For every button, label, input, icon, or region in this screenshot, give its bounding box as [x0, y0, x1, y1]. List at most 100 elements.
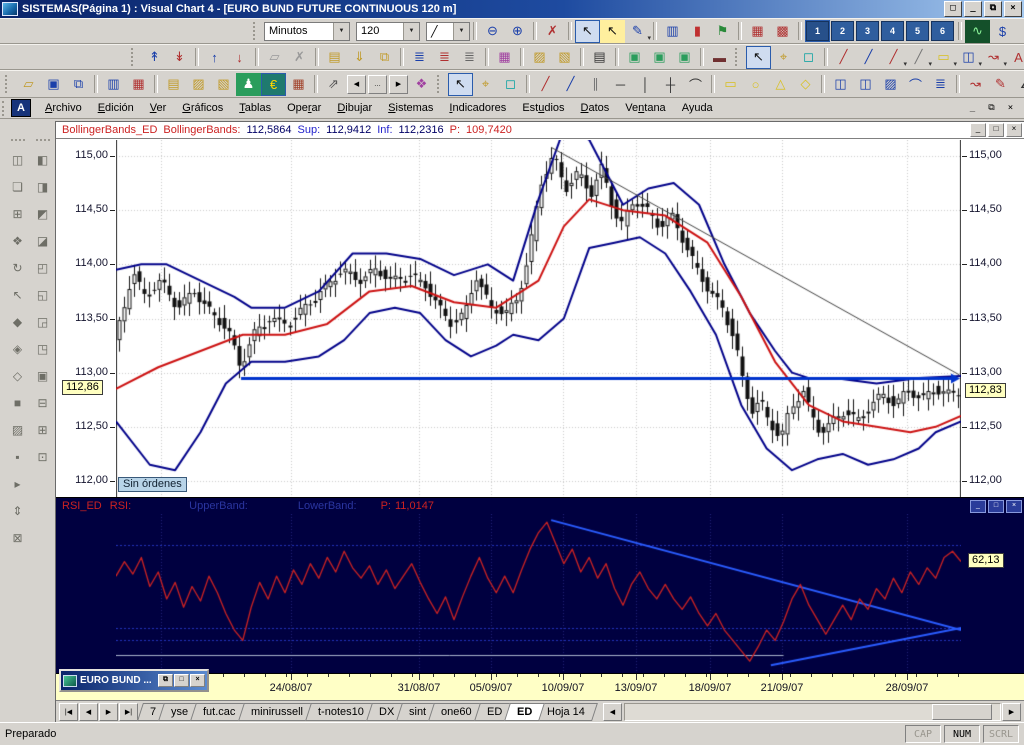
toolbar-grip[interactable] [10, 139, 25, 141]
pane-close-button[interactable]: × [1006, 123, 1022, 137]
chevron-down-icon[interactable]: ▼ [333, 22, 349, 40]
mini-close-button[interactable]: × [190, 674, 205, 687]
toolbar-grip[interactable] [735, 48, 741, 66]
compression-select[interactable]: 120 ▼ [356, 21, 420, 41]
pane-minimize-button[interactable]: _ [970, 500, 986, 513]
toolbar-grip[interactable] [5, 75, 11, 93]
open-workspace-icon[interactable]: ▣ [622, 46, 647, 69]
pane-close-button[interactable]: × [1006, 500, 1022, 513]
import-study-icon[interactable]: ⇓ [347, 46, 372, 69]
pane-maximize-button[interactable]: □ [988, 123, 1004, 137]
zoom-out-icon[interactable]: ⊖ [480, 20, 505, 43]
h-scrollbar-track[interactable] [623, 702, 1001, 721]
menu-tablas[interactable]: Tablas [231, 100, 279, 116]
vertical-line-icon[interactable]: │ [633, 73, 658, 96]
chevron-down-icon[interactable]: ▼ [453, 22, 469, 40]
triangle-shape-icon[interactable]: △ [768, 73, 793, 96]
measure-icon[interactable]: ⌖ [771, 46, 796, 69]
text-tool-icon[interactable]: A▾ [1006, 46, 1024, 69]
mini-maximize-button[interactable]: □ [174, 674, 189, 687]
layers-icon[interactable]: ❏ [7, 176, 29, 197]
accounts-icon[interactable]: ♟ [236, 72, 261, 96]
measure-pin-icon[interactable]: ⌖ [473, 73, 498, 96]
scrollbar-right-button[interactable]: ▶ [1002, 702, 1021, 721]
objects-icon[interactable]: ❖ [7, 230, 29, 251]
color-map-icon[interactable]: ▦ [492, 46, 517, 69]
pointer-info-icon[interactable]: ↖ [600, 19, 625, 43]
favorites-folder-icon[interactable]: ▨ [527, 46, 552, 69]
menu-ayuda[interactable]: Ayuda [674, 100, 721, 116]
volume-style-icon[interactable]: ▦ [745, 20, 770, 43]
layout-window-5-icon[interactable]: 5 [906, 21, 929, 41]
delete-icon[interactable]: ⊠ [7, 527, 29, 548]
modify-disabled-icon[interactable]: ▱ [262, 46, 287, 69]
layout-window-6-icon[interactable]: 6 [931, 21, 954, 41]
erase-tick-icon[interactable]: ✗ [540, 20, 565, 43]
next-sheet-button[interactable]: ▶ [99, 702, 118, 721]
zoom-region-icon[interactable]: ◻ [796, 46, 821, 69]
buy-signal-icon[interactable]: ↟ [142, 46, 167, 69]
align-top-icon[interactable]: ◩ [32, 203, 54, 224]
save-workspace-icon[interactable]: ▣ [647, 46, 672, 69]
align-bottom-icon[interactable]: ◪ [32, 230, 54, 251]
console-icon[interactable]: ▸ [7, 473, 29, 494]
restore-button[interactable]: ⧉ [984, 1, 1002, 17]
layout-window-2-icon[interactable]: 2 [831, 21, 854, 41]
buy-order-icon[interactable]: ↑ [202, 46, 227, 69]
save-icon[interactable]: ▣ [41, 73, 66, 96]
arrow-tool-icon[interactable]: ↝ ▾ [981, 46, 1007, 69]
save-all-icon[interactable]: ⧉ [66, 73, 91, 96]
grid-icon[interactable]: ⊞ [7, 203, 29, 224]
draw-pen-icon[interactable]: ✎ ▾ [625, 20, 651, 43]
zoom-in-icon[interactable]: ⊕ [505, 20, 530, 43]
three-panel-icon[interactable]: ◫ [853, 73, 878, 96]
line-blue-icon[interactable]: ╱ [558, 73, 583, 96]
period-type-select[interactable]: Minutos ▼ [264, 21, 350, 41]
last-sheet-button[interactable]: ▶| [119, 702, 138, 721]
main-chart-canvas[interactable] [116, 140, 961, 497]
center-h-icon[interactable]: ◰ [32, 257, 54, 278]
toolbar-grip[interactable] [131, 48, 137, 66]
menu-datos[interactable]: Datos [573, 100, 618, 116]
prev-sheet-button[interactable]: ◀ [79, 702, 98, 721]
flags-style-icon[interactable]: ⚑ [710, 20, 735, 43]
align-left-icon[interactable]: ◧ [32, 149, 54, 170]
rotate-icon[interactable]: ↻ [7, 257, 29, 278]
open-file-icon[interactable]: ▱ [16, 73, 41, 96]
layout-window-1-icon[interactable]: 1 [806, 21, 829, 41]
pencil-annotation-icon[interactable]: ✎ [988, 73, 1013, 96]
segment-line-icon[interactable]: ╱ [856, 46, 881, 69]
image-folder-icon[interactable]: ▧ [211, 73, 236, 96]
new-study-icon[interactable]: ▤ [322, 46, 347, 69]
layout-window-4-icon[interactable]: 4 [881, 21, 904, 41]
fibonacci-icon[interactable]: ▨ [878, 73, 903, 96]
chevron-down-icon[interactable]: ▼ [403, 22, 419, 40]
sheet-tab-t-notes10[interactable]: t-notes10 [304, 702, 377, 721]
copy-study-icon[interactable]: ⧉ [372, 46, 397, 69]
horizontal-line-icon[interactable]: ─ [608, 73, 633, 96]
send-order-icon[interactable]: ⇗ [321, 73, 346, 96]
link-windows-icon[interactable]: ▬ [707, 46, 732, 69]
line-style-select[interactable]: ╱ ▼ [426, 21, 470, 41]
trend-line-icon[interactable]: ╱ [831, 46, 856, 69]
next-page-button[interactable]: ▶ [389, 74, 408, 94]
sell-order-icon[interactable]: ↓ [227, 46, 252, 69]
minimized-chart-window[interactable]: EURO BUND ... ⧉ □ × [59, 669, 209, 692]
first-sheet-button[interactable]: |◀ [59, 702, 78, 721]
insert-chart-icon[interactable]: ▦ [126, 73, 151, 96]
manage-workspace-icon[interactable]: ▣ [672, 46, 697, 69]
center-v-icon[interactable]: ◱ [32, 284, 54, 305]
fullscreen-button[interactable]: □ [944, 1, 962, 17]
ellipse-shape-icon[interactable]: ○ [743, 73, 768, 96]
parallel-lines-icon[interactable]: ∥ [583, 73, 608, 96]
v-spacing-icon[interactable]: ⇕ [7, 500, 29, 521]
cross-line-icon[interactable]: ┼ [658, 73, 683, 96]
scrollbar-left-button[interactable]: ◀ [602, 702, 622, 721]
menu-sistemas[interactable]: Sistemas [380, 100, 441, 116]
arc-fan-icon[interactable]: ⌒ [903, 73, 928, 96]
toolbar-grip[interactable] [437, 75, 443, 93]
prev-page-button[interactable]: ◀ [347, 74, 366, 94]
menu-grficos[interactable]: Gráficos [174, 100, 231, 116]
pane-minimize-button[interactable]: _ [970, 123, 986, 137]
distribute-h-icon[interactable]: ◲ [32, 311, 54, 332]
